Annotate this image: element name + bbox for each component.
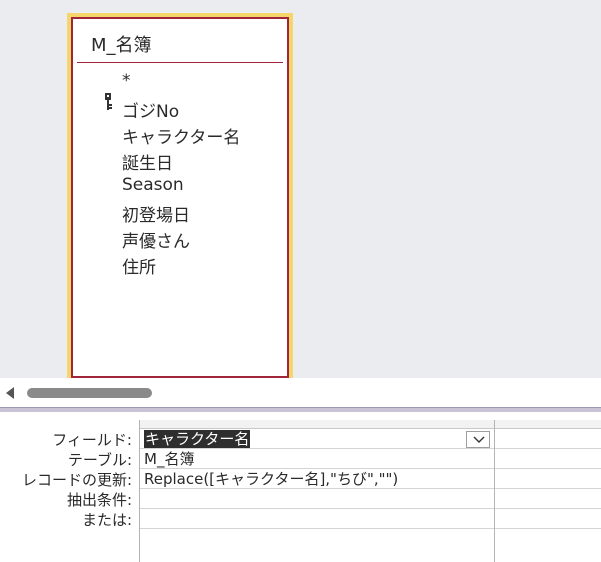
field-cell[interactable] xyxy=(495,429,601,449)
or-cell[interactable] xyxy=(495,509,601,529)
table-field-list-selected[interactable]: M_名簿 * ゴジNo キャラクター名 誕生日 Season 初登場日 声優さん… xyxy=(67,13,293,382)
query-design-area[interactable]: M_名簿 * ゴジNo キャラクター名 誕生日 Season 初登場日 声優さん… xyxy=(0,0,601,382)
field-all[interactable]: * xyxy=(122,71,131,91)
field-gojino[interactable]: ゴジNo xyxy=(122,97,179,122)
or-cell[interactable] xyxy=(140,509,494,529)
criteria-cell[interactable] xyxy=(140,489,494,509)
table-title[interactable]: M_名簿 xyxy=(91,31,152,57)
column-selector[interactable] xyxy=(140,420,494,429)
table-field-list[interactable]: M_名簿 * ゴジNo キャラクター名 誕生日 Season 初登場日 声優さん… xyxy=(71,17,289,378)
scroll-left-arrow-icon[interactable] xyxy=(6,387,14,399)
horizontal-scrollbar[interactable] xyxy=(0,378,601,408)
field-cell[interactable]: キャラクター名 xyxy=(140,429,494,449)
update-to-cell[interactable] xyxy=(495,469,601,489)
table-cell[interactable]: M_名簿 xyxy=(140,449,494,469)
row-label-field: フィールド: xyxy=(52,431,132,449)
chevron-down-icon xyxy=(473,436,485,443)
field-season[interactable]: Season xyxy=(122,175,184,195)
empty-cell[interactable] xyxy=(140,529,494,549)
scroll-thumb[interactable] xyxy=(27,388,152,398)
query-design-grid: フィールド: テーブル: レコードの更新: 抽出条件: または: キャラクター名… xyxy=(0,412,601,562)
row-label-table: テーブル: xyxy=(67,451,132,469)
grid-column-2[interactable] xyxy=(494,420,601,562)
field-cell-value[interactable]: キャラクター名 xyxy=(144,430,251,448)
field-voice-actor[interactable]: 声優さん xyxy=(122,227,190,252)
primary-key-icon xyxy=(105,93,112,110)
update-to-cell[interactable]: Replace([キャラクター名],"ちび","") xyxy=(140,469,494,489)
row-label-criteria: 抽出条件: xyxy=(66,491,132,509)
field-character-name[interactable]: キャラクター名 xyxy=(122,123,240,148)
column-selector[interactable] xyxy=(495,420,601,429)
field-first-appearance[interactable]: 初登場日 xyxy=(122,201,190,226)
grid-column-1[interactable]: キャラクター名 M_名簿 Replace([キャラクター名],"ちび","") xyxy=(139,420,494,562)
field-address[interactable]: 住所 xyxy=(122,253,156,278)
table-cell[interactable] xyxy=(495,449,601,469)
row-label-or: または: xyxy=(81,511,132,529)
field-dropdown-button[interactable] xyxy=(466,431,490,448)
field-birthday[interactable]: 誕生日 xyxy=(122,149,173,174)
row-label-update: レコードの更新: xyxy=(21,471,132,489)
title-divider xyxy=(77,62,283,63)
criteria-cell[interactable] xyxy=(495,489,601,509)
